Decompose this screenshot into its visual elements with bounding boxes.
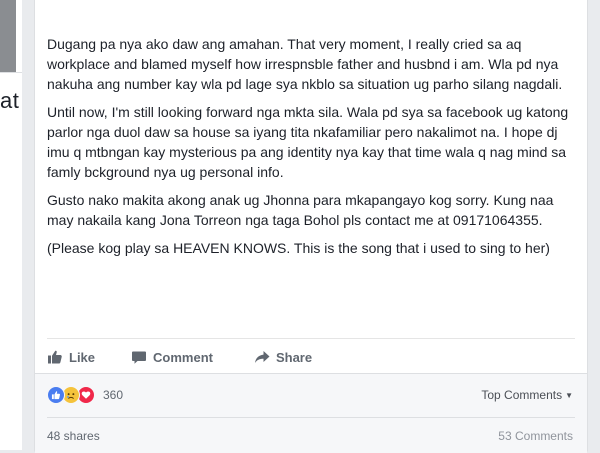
- comment-label: Comment: [153, 349, 213, 365]
- left-text-fragment: at: [0, 88, 20, 113]
- top-comments-dropdown[interactable]: Top Comments ▼: [481, 388, 573, 402]
- post-paragraph: Until now, I'm still looking forward nga…: [47, 104, 569, 180]
- post-paragraph: (Please kog play sa HEAVEN KNOWS. This i…: [47, 240, 550, 256]
- action-bar-divider: [47, 338, 575, 339]
- top-comments-label: Top Comments: [481, 388, 563, 402]
- left-column: at: [0, 0, 22, 450]
- post-card: Dugang pa nya ako daw ang amahan. That v…: [34, 0, 588, 453]
- post-body: Dugang pa nya ako daw ang amahan. That v…: [47, 34, 575, 266]
- stats-divider: [47, 417, 575, 418]
- share-button[interactable]: Share: [254, 349, 312, 365]
- post-paragraph: Gusto nako makita akong anak ug Jhonna p…: [47, 192, 554, 228]
- share-arrow-icon: [254, 351, 270, 363]
- reactions-section: 360 Top Comments ▼ 48 shares 53 Comments: [35, 373, 587, 453]
- caret-down-icon: ▼: [565, 390, 573, 400]
- shares-count[interactable]: 48 shares: [47, 429, 100, 443]
- like-reaction-icon: [47, 386, 65, 404]
- comment-icon: [132, 351, 147, 364]
- thumbs-up-icon: [48, 350, 62, 364]
- comments-count[interactable]: 53 Comments: [498, 429, 573, 443]
- comment-button[interactable]: Comment: [131, 349, 213, 365]
- share-label: Share: [275, 349, 313, 365]
- action-bar: Like Comment Share: [47, 344, 575, 370]
- like-label: Like: [69, 349, 96, 365]
- reaction-count: 360: [103, 388, 124, 402]
- left-divider: [0, 72, 22, 76]
- post-paragraph: Dugang pa nya ako daw ang amahan. That v…: [47, 36, 563, 92]
- left-image-fragment: [0, 0, 16, 72]
- like-button[interactable]: Like: [47, 349, 95, 365]
- reactions-summary[interactable]: 360: [47, 386, 123, 404]
